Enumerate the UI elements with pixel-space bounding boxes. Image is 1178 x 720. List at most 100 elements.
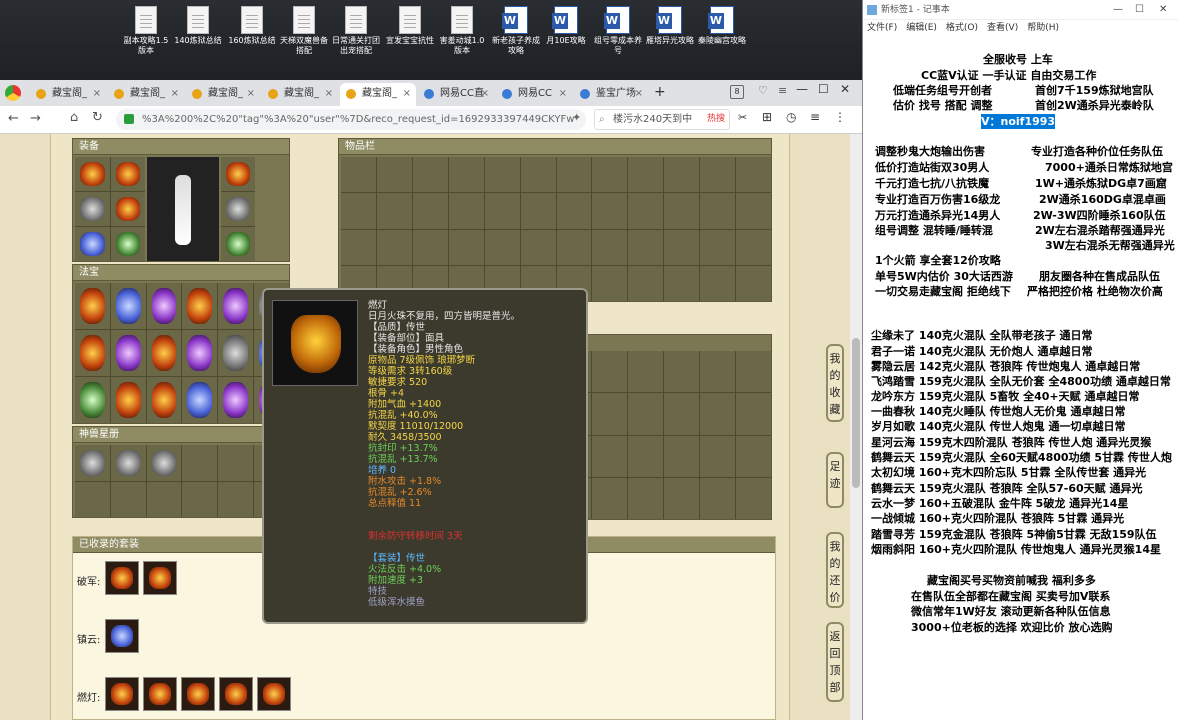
- set-item-slot[interactable]: [143, 561, 177, 595]
- desktop-file-icon[interactable]: 天梯双魔兽备搭配: [278, 6, 330, 56]
- fabao-slot[interactable]: [182, 330, 218, 376]
- notepad-menu-item[interactable]: 编辑(E): [906, 23, 937, 33]
- extensions-icon[interactable]: ⊞: [762, 110, 772, 124]
- equip-slot[interactable]: [221, 227, 255, 261]
- fabao-slot[interactable]: [146, 377, 182, 423]
- url-input[interactable]: %3A%200%2C%20"tag"%3A%20"user"%7D&reco_r…: [116, 109, 586, 130]
- browser-tab[interactable]: 藏宝阁_ ×: [186, 83, 260, 106]
- desktop-file-label: 副本攻略1.5版本: [123, 36, 169, 55]
- fabao-slot[interactable]: [182, 283, 218, 329]
- fabao-slot[interactable]: [218, 283, 254, 329]
- scrollbar-thumb[interactable]: [852, 338, 860, 488]
- equip-slot[interactable]: [110, 192, 145, 226]
- tooltip-line: 抗混乱 +13.7%: [368, 454, 438, 465]
- fabao-slot[interactable]: [146, 330, 182, 376]
- tab-count-badge[interactable]: 8: [730, 85, 744, 99]
- back-button[interactable]: ←: [8, 111, 19, 126]
- fabao-slot[interactable]: [75, 283, 110, 329]
- reload-button[interactable]: ↻: [92, 110, 103, 125]
- more-icon[interactable]: ≡: [810, 110, 820, 124]
- set-item-slot[interactable]: [105, 677, 139, 711]
- search-input[interactable]: ⌕ 楼污水240天到中 热搜: [594, 109, 730, 130]
- browser-tab[interactable]: 藏宝阁_ ×: [30, 83, 106, 106]
- set-item-slot[interactable]: [105, 561, 139, 595]
- browser-tab[interactable]: 网易CC ×: [496, 83, 572, 106]
- desktop-file-icon[interactable]: 新老孩子养成攻略: [490, 6, 542, 56]
- browser-tab[interactable]: 藏宝阁_ ×: [262, 83, 338, 106]
- shenshou-slot[interactable]: [110, 445, 146, 481]
- browser-tab[interactable]: 网易CC直 ×: [418, 83, 494, 106]
- menu-icon[interactable]: ≡: [778, 84, 787, 97]
- tab-close-icon[interactable]: ×: [559, 83, 567, 105]
- tab-close-icon[interactable]: ×: [325, 83, 333, 105]
- desktop-file-icon[interactable]: 组号零成本养号: [592, 6, 644, 56]
- set-item-slot[interactable]: [257, 677, 291, 711]
- page-scrollbar[interactable]: [850, 134, 862, 720]
- browser-tab[interactable]: 鉴宝广场 ×: [574, 83, 648, 106]
- share-icon[interactable]: ✦: [572, 111, 581, 124]
- maximize-icon[interactable]: ☐: [818, 82, 829, 96]
- minimize-icon[interactable]: —: [796, 82, 808, 96]
- desktop-file-icon[interactable]: 害羞动城1.0版本: [436, 6, 488, 56]
- equip-slot[interactable]: [75, 157, 110, 191]
- set-item-slot[interactable]: [219, 677, 253, 711]
- desktop-file-icon[interactable]: 副本攻略1.5版本: [120, 6, 172, 56]
- fabao-slot[interactable]: [218, 330, 254, 376]
- tab-close-icon[interactable]: ×: [93, 83, 101, 105]
- notepad-minimize-icon[interactable]: —: [1113, 0, 1123, 20]
- notepad-close-icon[interactable]: ✕: [1159, 0, 1167, 20]
- close-icon[interactable]: ✕: [840, 82, 850, 96]
- fabao-slot[interactable]: [182, 377, 218, 423]
- side-button[interactable]: 我的还价: [826, 532, 844, 608]
- tab-close-icon[interactable]: ×: [247, 83, 255, 105]
- fabao-slot[interactable]: [75, 377, 110, 423]
- set-item-slot[interactable]: [181, 677, 215, 711]
- set-item-slot[interactable]: [143, 677, 177, 711]
- notepad-menu-item[interactable]: 格式(O): [946, 23, 978, 33]
- side-button[interactable]: 返回顶部: [826, 622, 844, 702]
- equip-slot[interactable]: [221, 192, 255, 226]
- side-button[interactable]: 足迹: [826, 452, 844, 508]
- fabao-slot[interactable]: [110, 283, 146, 329]
- fabao-slot[interactable]: [110, 377, 146, 423]
- home-button[interactable]: ⌂: [70, 110, 78, 125]
- tab-close-icon[interactable]: ×: [481, 83, 489, 105]
- equip-slot[interactable]: [110, 157, 145, 191]
- desktop-file-icon[interactable]: 日常通关打团出宠搭配: [330, 6, 382, 56]
- set-item-slot[interactable]: [105, 619, 139, 653]
- menu-more-icon[interactable]: ⋮: [834, 110, 846, 124]
- browser-tab[interactable]: 藏宝阁_ ×: [340, 83, 416, 106]
- cut-icon[interactable]: ✂: [738, 111, 747, 124]
- shenshou-slot[interactable]: [75, 445, 110, 481]
- notepad-text-area[interactable]: 全服收号 上车 CC蓝V认证 一手认证 自由交易工作 低端任务组号开创者 首创7千15…: [863, 38, 1178, 720]
- fabao-slot[interactable]: [75, 330, 110, 376]
- desktop-file-icon[interactable]: 160炼狱总结: [226, 6, 278, 46]
- history-icon[interactable]: ◷: [786, 110, 796, 124]
- fabao-slot[interactable]: [218, 377, 254, 423]
- shenshou-slot[interactable]: [146, 445, 182, 481]
- tab-close-icon[interactable]: ×: [171, 83, 179, 105]
- pin-icon[interactable]: ♡: [758, 84, 768, 97]
- desktop-file-icon[interactable]: 月10E攻略: [540, 6, 592, 46]
- equip-slot[interactable]: [75, 192, 110, 226]
- browser-logo-icon[interactable]: [5, 85, 21, 101]
- browser-tab[interactable]: 藏宝阁_ ×: [108, 83, 184, 106]
- notepad-menu-item[interactable]: 帮助(H): [1027, 23, 1059, 33]
- new-tab-button[interactable]: +: [654, 84, 666, 100]
- notepad-maximize-icon[interactable]: ☐: [1135, 0, 1144, 20]
- desktop-file-icon[interactable]: 雁塔异光攻略: [644, 6, 696, 46]
- tab-close-icon[interactable]: ×: [403, 83, 411, 105]
- equip-slot[interactable]: [221, 157, 255, 191]
- desktop-file-icon[interactable]: 秦陵幽宫攻略: [696, 6, 748, 46]
- desktop-file-icon[interactable]: 宣发宝宝抗性: [384, 6, 436, 46]
- notepad-menu-item[interactable]: 查看(V): [987, 23, 1018, 33]
- side-button[interactable]: 我的收藏: [826, 344, 844, 422]
- equip-slot[interactable]: [75, 227, 110, 261]
- desktop-file-icon[interactable]: 140炼狱总结: [172, 6, 224, 46]
- equip-slot[interactable]: [110, 227, 145, 261]
- tab-close-icon[interactable]: ×: [635, 83, 643, 105]
- fabao-slot[interactable]: [110, 330, 146, 376]
- forward-button[interactable]: →: [30, 111, 41, 126]
- fabao-slot[interactable]: [146, 283, 182, 329]
- notepad-menu-item[interactable]: 文件(F): [867, 23, 897, 33]
